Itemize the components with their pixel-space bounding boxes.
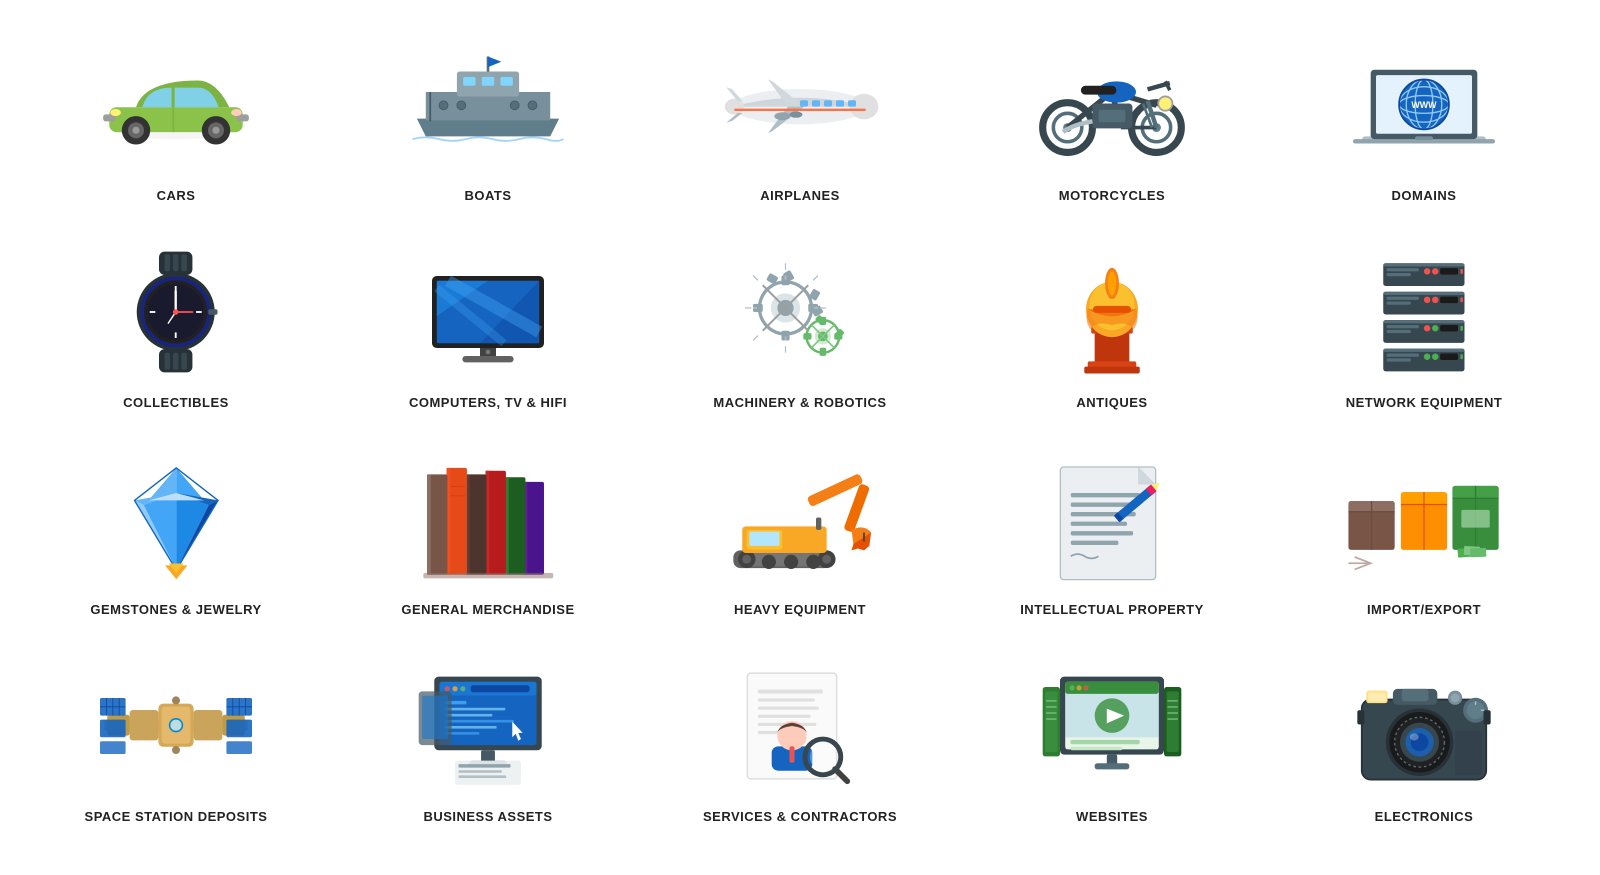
domains-icon: WWW — [1344, 40, 1504, 170]
gemstones-icon — [96, 454, 256, 584]
category-antiques[interactable]: ANTIQUES — [956, 227, 1268, 434]
category-import[interactable]: IMPORT/EXPORT — [1268, 434, 1580, 641]
category-electronics[interactable]: ELECTRONICS — [1268, 641, 1580, 848]
merchandise-label: GENERAL MERCHANDISE — [401, 602, 574, 617]
boats-label: BOATS — [464, 188, 511, 203]
category-cars[interactable]: CARS — [20, 20, 332, 227]
computers-label: COMPUTERS, TV & HIFI — [409, 395, 567, 410]
network-label: NETWORK EQUIPMENT — [1346, 395, 1503, 410]
services-label: SERVICES & CONTRACTORS — [703, 809, 897, 824]
category-network[interactable]: NETWORK EQUIPMENT — [1268, 227, 1580, 434]
import-label: IMPORT/EXPORT — [1367, 602, 1481, 617]
category-websites[interactable]: WEBSITES — [956, 641, 1268, 848]
category-grid: CARS — [20, 20, 1580, 848]
category-boats[interactable]: BOATS — [332, 20, 644, 227]
intellectual-label: INTELLECTUAL PROPERTY — [1020, 602, 1204, 617]
business-assets-icon — [408, 661, 568, 791]
electronics-label: ELECTRONICS — [1375, 809, 1474, 824]
category-merchandise[interactable]: GENERAL MERCHANDISE — [332, 434, 644, 641]
websites-label: WEBSITES — [1076, 809, 1148, 824]
antiques-label: ANTIQUES — [1076, 395, 1147, 410]
category-domains[interactable]: WWW DOMAINS — [1268, 20, 1580, 227]
machinery-label: MACHINERY & ROBOTICS — [713, 395, 886, 410]
import-export-icon — [1344, 454, 1504, 584]
cars-icon — [96, 40, 256, 170]
antiques-icon — [1032, 247, 1192, 377]
category-motorcycles[interactable]: MOTORCYCLES — [956, 20, 1268, 227]
computers-icon — [408, 247, 568, 377]
category-airplanes[interactable]: AIRPLANES — [644, 20, 956, 227]
category-collectibles[interactable]: COLLECTIBLES — [20, 227, 332, 434]
websites-icon — [1032, 661, 1192, 791]
category-services[interactable]: SERVICES & CONTRACTORS — [644, 641, 956, 848]
boats-icon — [408, 40, 568, 170]
services-contractors-icon — [720, 661, 880, 791]
domains-label: DOMAINS — [1392, 188, 1457, 203]
heavy-label: HEAVY EQUIPMENT — [734, 602, 866, 617]
category-computers[interactable]: COMPUTERS, TV & HIFI — [332, 227, 644, 434]
intellectual-icon — [1032, 454, 1192, 584]
category-space[interactable]: SPACE STATION DEPOSITS — [20, 641, 332, 848]
machinery-icon — [720, 247, 880, 377]
category-gemstones[interactable]: GEMSTONES & JEWELRY — [20, 434, 332, 641]
collectibles-icon — [96, 247, 256, 377]
collectibles-label: COLLECTIBLES — [123, 395, 229, 410]
category-business[interactable]: BUSINESS ASSETS — [332, 641, 644, 848]
cars-label: CARS — [157, 188, 196, 203]
category-machinery[interactable]: MACHINERY & ROBOTICS — [644, 227, 956, 434]
svg-text:WWW: WWW — [1411, 100, 1437, 110]
electronics-icon — [1344, 661, 1504, 791]
merchandise-icon — [408, 454, 568, 584]
space-station-icon — [96, 661, 256, 791]
gemstones-label: GEMSTONES & JEWELRY — [90, 602, 261, 617]
airplanes-icon — [720, 40, 880, 170]
airplanes-label: AIRPLANES — [760, 188, 840, 203]
category-heavy[interactable]: HEAVY EQUIPMENT — [644, 434, 956, 641]
motorcycles-icon — [1032, 40, 1192, 170]
space-label: SPACE STATION DEPOSITS — [85, 809, 268, 824]
category-intellectual[interactable]: INTELLECTUAL PROPERTY — [956, 434, 1268, 641]
business-label: BUSINESS ASSETS — [423, 809, 552, 824]
motorcycles-label: MOTORCYCLES — [1059, 188, 1165, 203]
heavy-equipment-icon — [720, 454, 880, 584]
network-icon — [1344, 247, 1504, 377]
